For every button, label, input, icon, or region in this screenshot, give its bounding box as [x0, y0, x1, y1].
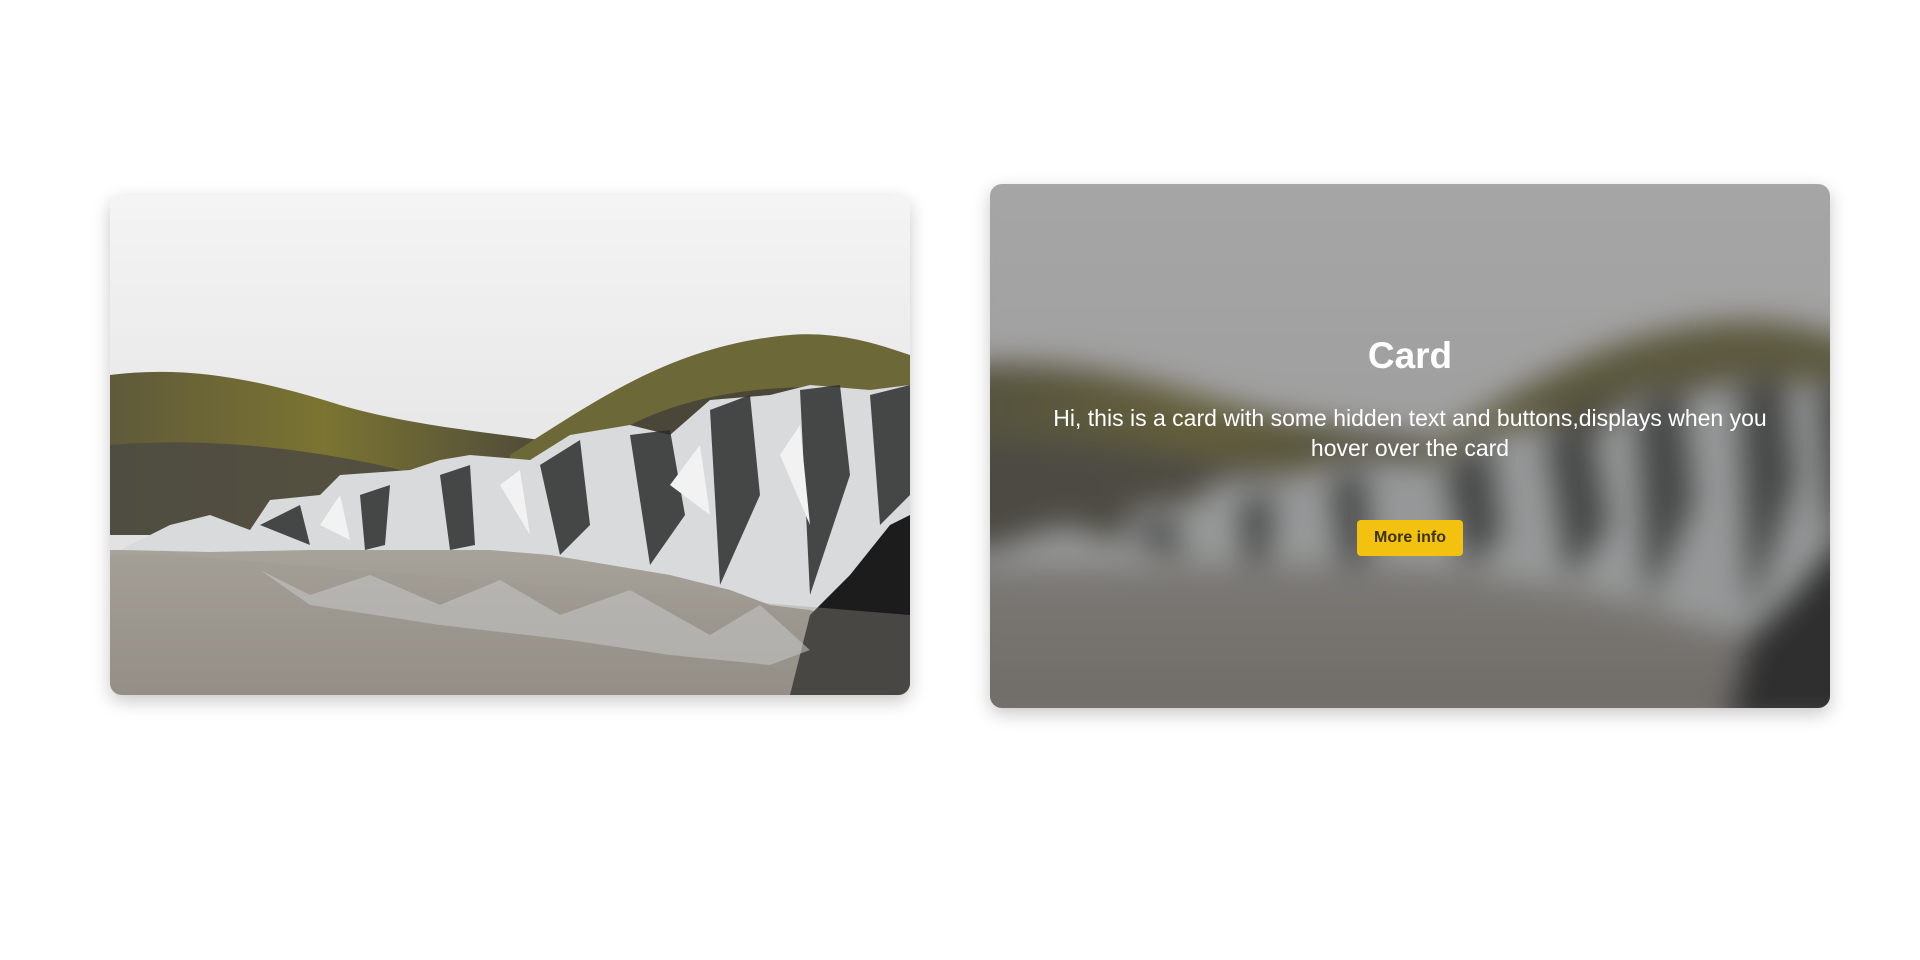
- glacier-landscape-image: [110, 195, 910, 695]
- page: Card Hi, this is a card with some hidden…: [0, 0, 1920, 960]
- image-card[interactable]: [110, 195, 910, 695]
- more-info-button[interactable]: More info: [1357, 519, 1463, 556]
- card-description: Hi, this is a card with some hidden text…: [1053, 404, 1767, 462]
- hover-card[interactable]: Card Hi, this is a card with some hidden…: [990, 184, 1830, 708]
- card-content: Card Hi, this is a card with some hidden…: [990, 184, 1830, 708]
- card-title: Card: [1367, 335, 1453, 377]
